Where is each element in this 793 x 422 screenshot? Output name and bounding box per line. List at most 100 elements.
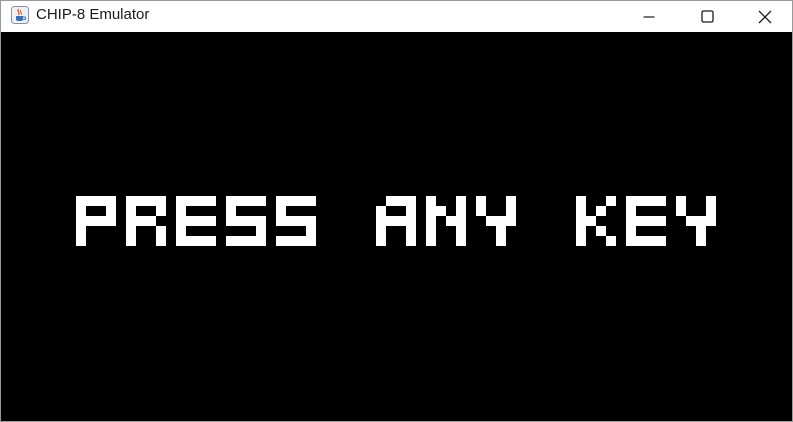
display-pixel <box>486 216 496 226</box>
display-pixel <box>646 196 656 206</box>
display-pixel <box>406 206 416 216</box>
display-pixel <box>86 216 96 226</box>
display-pixel <box>256 226 266 236</box>
display-pixel <box>246 236 256 246</box>
emulator-display[interactable]: PRESS ANY KEY <box>1 32 792 421</box>
display-pixel <box>456 216 466 226</box>
display-pixel <box>146 216 156 226</box>
display-pixel <box>256 236 266 246</box>
display-pixel <box>656 236 666 246</box>
display-pixel <box>636 196 646 206</box>
display-pixel <box>426 216 436 226</box>
display-pixel <box>276 196 286 206</box>
display-pixel <box>646 236 656 246</box>
display-pixel <box>226 216 236 226</box>
display-pixel <box>506 206 516 216</box>
display-pixel <box>576 226 586 236</box>
display-pixel <box>626 206 636 216</box>
display-pixel <box>646 216 656 226</box>
display-pixel <box>156 236 166 246</box>
display-pixel <box>186 236 196 246</box>
display-pixel <box>226 196 236 206</box>
display-pixel <box>686 216 696 226</box>
display-pixel <box>376 216 386 226</box>
display-pixel <box>136 196 146 206</box>
display-pixel <box>476 196 486 206</box>
display-pixel <box>406 216 416 226</box>
java-coffee-cup-icon[interactable] <box>10 5 30 25</box>
display-pixel <box>236 236 246 246</box>
display-pixel <box>596 206 606 216</box>
minimize-icon <box>643 15 655 18</box>
display-pixel <box>626 226 636 236</box>
display-pixel <box>146 196 156 206</box>
display-pixel <box>576 196 586 206</box>
display-pixel <box>446 216 456 226</box>
display-pixel <box>276 206 286 216</box>
display-pixel <box>226 236 236 246</box>
display-pixel <box>706 216 716 226</box>
display-pixel <box>76 216 86 226</box>
display-pixel <box>76 196 86 206</box>
display-pixel <box>306 226 316 236</box>
display-pixel <box>426 206 436 216</box>
pixel-glyph-a <box>376 196 416 246</box>
minimize-button[interactable] <box>620 1 678 32</box>
display-pixel <box>676 206 686 216</box>
pixel-glyph-n <box>426 196 466 246</box>
pixel-glyph-y <box>476 196 516 246</box>
display-pixel <box>246 216 256 226</box>
display-pixel <box>456 206 466 216</box>
display-pixel <box>396 196 406 206</box>
display-pixel <box>306 216 316 226</box>
display-pixel <box>626 216 636 226</box>
display-pixel <box>376 206 386 216</box>
display-pixel <box>636 236 646 246</box>
display-pixel <box>376 236 386 246</box>
display-pixel <box>106 216 116 226</box>
display-pixel <box>286 216 296 226</box>
pixel-glyph-s <box>276 196 316 246</box>
display-pixel <box>126 226 136 236</box>
display-pixel <box>236 216 246 226</box>
title-bar[interactable]: CHIP-8 Emulator <box>1 1 792 32</box>
display-pixel <box>196 236 206 246</box>
pixel-glyph-k <box>576 196 616 246</box>
display-pixel <box>396 216 406 226</box>
pixel-message <box>76 196 716 246</box>
emulator-window: CHIP-8 Emulator PRESS ANY KEY <box>0 0 793 422</box>
display-pixel <box>406 196 416 206</box>
maximize-button[interactable] <box>678 1 736 32</box>
display-pixel <box>256 196 266 206</box>
display-pixel <box>706 206 716 216</box>
display-pixel <box>456 196 466 206</box>
display-pixel <box>96 196 106 206</box>
display-pixel <box>176 196 186 206</box>
display-pixel <box>426 196 436 206</box>
display-pixel <box>406 226 416 236</box>
display-pixel <box>296 236 306 246</box>
display-pixel <box>386 216 396 226</box>
display-pixel <box>176 236 186 246</box>
display-pixel <box>656 216 666 226</box>
display-pixel <box>576 206 586 216</box>
close-button[interactable] <box>736 1 792 32</box>
display-pixel <box>86 196 96 206</box>
display-pixel <box>96 216 106 226</box>
display-pixel <box>606 196 616 206</box>
display-pixel <box>286 196 296 206</box>
display-pixel <box>496 226 506 236</box>
display-pixel <box>306 196 316 206</box>
display-pixel <box>176 206 186 216</box>
display-pixel <box>476 206 486 216</box>
display-pixel <box>606 236 616 246</box>
display-pixel <box>126 216 136 226</box>
display-pixel <box>226 206 236 216</box>
display-pixel <box>306 236 316 246</box>
display-pixel <box>696 226 706 236</box>
display-pixel <box>276 236 286 246</box>
display-pixel <box>156 196 166 206</box>
display-pixel <box>276 216 286 226</box>
display-pixel <box>576 216 586 226</box>
display-pixel <box>196 196 206 206</box>
